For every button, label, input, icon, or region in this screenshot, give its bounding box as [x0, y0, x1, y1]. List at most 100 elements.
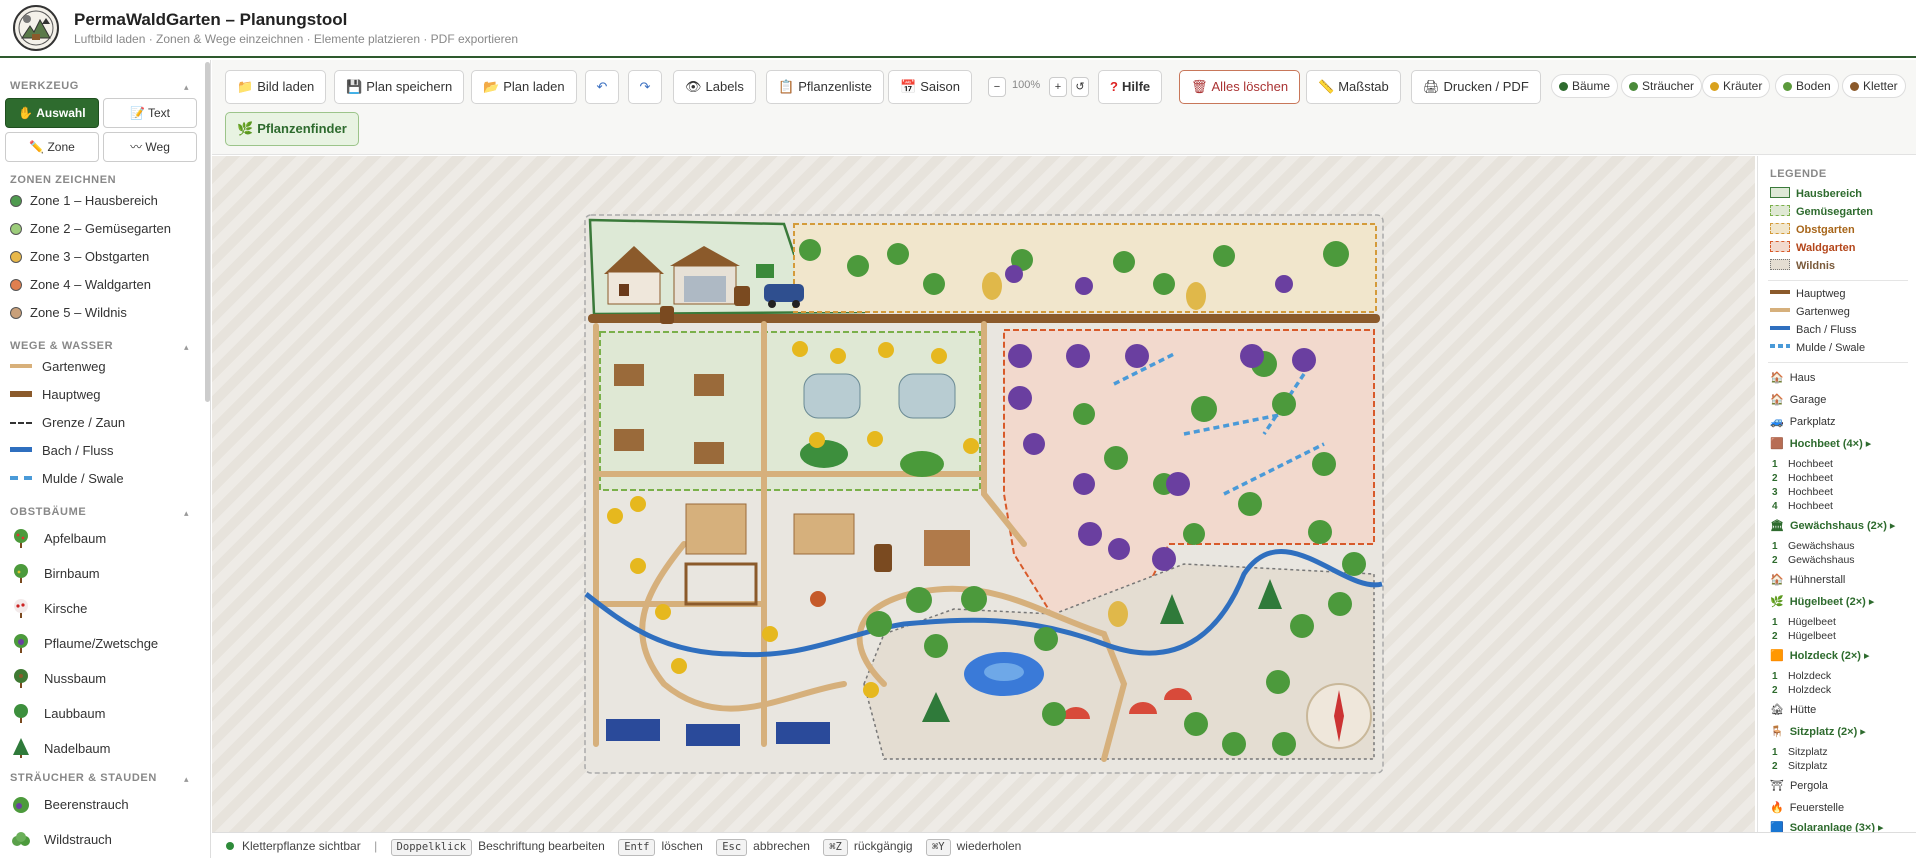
legend-zone-item[interactable]: Gemüsegarten [1770, 204, 1873, 220]
legend-group-gewaechshaus[interactable]: 🏛 Gewächshaus (2×) ▸ [1770, 518, 1895, 534]
pflanzenfinder-button[interactable]: 🌿 Pflanzenfinder [225, 112, 359, 146]
legend-path-item[interactable]: Hauptweg [1770, 286, 1846, 302]
plant-apfelbaum-item[interactable]: Apfelbaum [10, 524, 106, 554]
tool-zone-button[interactable]: ✏️ Zone [5, 132, 99, 162]
legend-group-sitzplatz[interactable]: 🪑 Sitzplatz (2×) ▸ [1770, 724, 1866, 740]
drucken-button[interactable]: 🖨 Drucken / PDF [1411, 70, 1541, 104]
tool-text-button[interactable]: 📝 Text [103, 98, 197, 128]
zone-swatch-icon [1770, 223, 1790, 234]
path-grenze-item[interactable]: Grenze / Zaun [10, 412, 125, 434]
legend-item-parkplatz[interactable]: 🚙 Parkplatz [1770, 414, 1836, 430]
legend-zone-item[interactable]: Hausbereich [1770, 186, 1862, 202]
legend-sub-item[interactable]: 4 Hochbeet [1770, 499, 1833, 513]
legend-sub-item[interactable]: 1 Gewächshaus [1770, 539, 1855, 553]
legend-group-hochbeet[interactable]: 🟫 Hochbeet (4×) ▸ [1770, 436, 1871, 452]
legend-group-solar[interactable]: 🟦 Solaranlage (3×) ▸ [1770, 820, 1884, 832]
shortcut-text: wiederholen [956, 839, 1022, 853]
path-mulde-item[interactable]: Mulde / Swale [10, 468, 124, 490]
collapse-chevron-icon[interactable]: ▴ [184, 82, 189, 93]
legend-sub-item[interactable]: 2 Sitzplatz [1770, 759, 1828, 773]
zone-1-item[interactable]: Zone 1 – Hausbereich [10, 190, 158, 212]
zoom-out-button[interactable]: − [988, 77, 1006, 97]
legend-item-huehnerstall[interactable]: 🏠 Hühnerstall [1770, 572, 1845, 588]
redo-button[interactable]: ↷ [628, 70, 662, 104]
hilfe-button[interactable]: ? Hilfe [1098, 70, 1163, 104]
legend-zone-item[interactable]: Wildnis [1770, 258, 1835, 274]
legend-item-pergola[interactable]: ⛩ Pergola [1770, 778, 1828, 794]
collapse-chevron-icon[interactable]: ▴ [184, 342, 189, 353]
filter-baeume-chip[interactable]: Bäume [1551, 74, 1619, 98]
zoom-reset-button[interactable]: ↺ [1071, 77, 1089, 97]
filter-straeucher-chip[interactable]: Sträucher [1621, 74, 1703, 98]
plant-pflaume-item[interactable]: Pflaume/Zwetschge [10, 629, 158, 659]
legend-sub-item[interactable]: 2 Gewächshaus [1770, 553, 1855, 567]
plant-nadelbaum-item[interactable]: Nadelbaum [10, 734, 111, 764]
collapse-chevron-icon[interactable]: ▴ [184, 774, 189, 785]
legend-sub-item[interactable]: 2 Holzdeck [1770, 683, 1831, 697]
feuerstelle-icon[interactable] [810, 591, 826, 607]
legend-sub-item[interactable]: 1 Hügelbeet [1770, 615, 1836, 629]
sidebar-scrollbar[interactable] [205, 62, 210, 402]
filter-boden-chip[interactable]: Boden [1775, 74, 1839, 98]
legend-path-item[interactable]: Mulde / Swale [1770, 340, 1865, 356]
zone-3-item[interactable]: Zone 3 – Obstgarten [10, 246, 149, 268]
mound-bed-icon: 🌿 [1770, 596, 1784, 608]
zone-swatch-icon [1770, 205, 1790, 216]
zone-5-item[interactable]: Zone 5 – Wildnis [10, 302, 127, 324]
garden-plan[interactable] [584, 214, 1384, 774]
save-icon: 💾 [346, 79, 363, 94]
legend-sub-item[interactable]: 1 Sitzplatz [1770, 745, 1828, 759]
legend-path-item[interactable]: Gartenweg [1770, 304, 1850, 320]
plant-kirsche-item[interactable]: Kirsche [10, 594, 87, 624]
zone-obstgarten[interactable] [793, 223, 1377, 313]
pflanzenliste-button[interactable]: 📋 Pflanzenliste [766, 70, 884, 104]
legend-item-huette[interactable]: 🏚 Hütte [1770, 702, 1816, 718]
zoom-in-button[interactable]: + [1049, 77, 1067, 97]
legend-item-haus[interactable]: 🏠 Haus [1770, 370, 1815, 386]
path-bach-item[interactable]: Bach / Fluss [10, 440, 114, 462]
zone-4-item[interactable]: Zone 4 – Waldgarten [10, 274, 151, 296]
labels-button[interactable]: 👁 Labels [673, 70, 756, 104]
filter-kraeuter-chip[interactable]: Kräuter [1702, 74, 1771, 98]
shortcut-key: Doppelklick [390, 839, 473, 856]
legend-item-feuerstelle[interactable]: 🔥 Feuerstelle [1770, 800, 1844, 816]
legend-sub-item[interactable]: 2 Hügelbeet [1770, 629, 1836, 643]
plan-speichern-button[interactable]: 💾 Plan speichern [334, 70, 465, 104]
legend-item-garage[interactable]: 🏠 Garage [1770, 392, 1826, 408]
legend-sub-item[interactable]: 3 Hochbeet [1770, 485, 1833, 499]
saison-button[interactable]: 📅 Saison [888, 70, 972, 104]
app-header: PermaWaldGarten – Planungstool Luftbild … [0, 0, 1916, 58]
path-hauptweg-item[interactable]: Hauptweg [10, 384, 101, 406]
legend-sub-item[interactable]: 2 Hochbeet [1770, 471, 1833, 485]
legend-zone-item[interactable]: Obstgarten [1770, 222, 1855, 238]
plant-laubbaum-item[interactable]: Laubbaum [10, 699, 105, 729]
filter-color-dot [1710, 82, 1719, 91]
alles-loeschen-button[interactable]: 🗑 Alles löschen [1179, 70, 1301, 104]
section-wege-title: WEGE & WASSER [10, 340, 114, 352]
filter-kletter-chip[interactable]: Kletter [1842, 74, 1906, 98]
plan-laden-button[interactable]: 📂 Plan laden [471, 70, 577, 104]
berry-bush-icon [13, 797, 29, 813]
legend-group-holzdeck[interactable]: 🟧 Holzdeck (2×) ▸ [1770, 648, 1870, 664]
bild-laden-button[interactable]: 📁 Bild laden [225, 70, 327, 104]
path-gartenweg-item[interactable]: Gartenweg [10, 356, 106, 378]
massstab-button[interactable]: 📏 Maßstab [1306, 70, 1401, 104]
legend-path-item[interactable]: Bach / Fluss [1770, 322, 1857, 338]
plant-birnbaum-item[interactable]: Birnbaum [10, 559, 100, 589]
status-text: Kletterpflanze sichtbar [242, 839, 361, 853]
plant-nussbaum-item[interactable]: Nussbaum [10, 664, 106, 694]
legend-group-huegelbeet[interactable]: 🌿 Hügelbeet (2×) ▸ [1770, 594, 1874, 610]
plant-beerenstrauch-item[interactable]: Beerenstrauch [10, 790, 129, 820]
collapse-chevron-icon[interactable]: ▴ [184, 508, 189, 519]
tool-auswahl-button[interactable]: ✋ Auswahl [5, 98, 99, 128]
undo-button[interactable]: ↶ [585, 70, 619, 104]
legend-sub-item[interactable]: 1 Hochbeet [1770, 457, 1833, 471]
zone-2-item[interactable]: Zone 2 – Gemüsegarten [10, 218, 171, 240]
teich-icon[interactable] [964, 652, 1044, 696]
plant-wildstrauch-item[interactable]: Wildstrauch [10, 825, 112, 855]
legend-sub-item[interactable]: 1 Holzdeck [1770, 669, 1831, 683]
line-sample-icon [10, 447, 32, 452]
pear-tree-icon [14, 564, 28, 583]
tool-weg-button[interactable]: 〰 Weg [103, 132, 197, 162]
legend-zone-item[interactable]: Waldgarten [1770, 240, 1856, 256]
